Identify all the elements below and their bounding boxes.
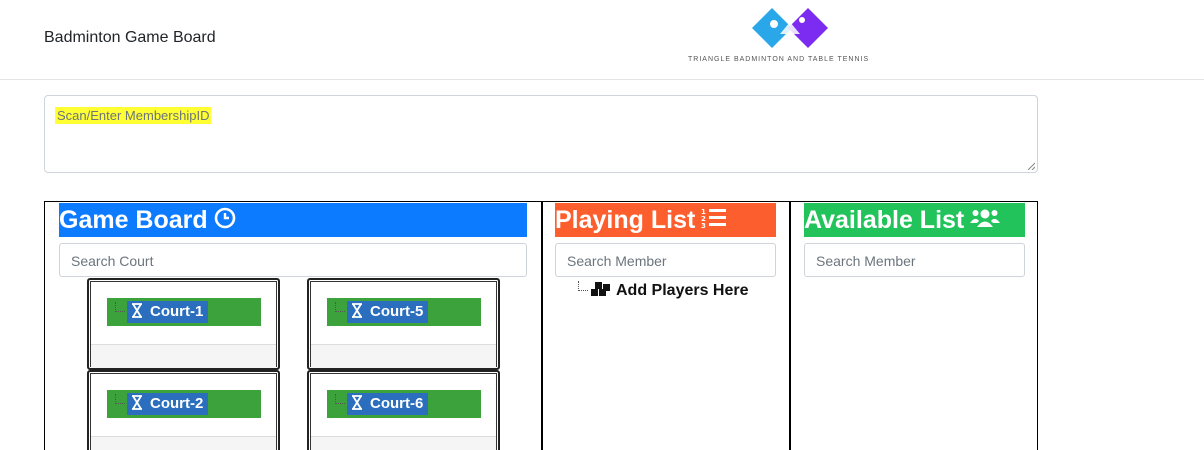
court-card[interactable]: Court-1 bbox=[87, 278, 280, 370]
cubes-icon bbox=[591, 282, 610, 296]
tree-connector bbox=[115, 302, 125, 312]
tree-connector bbox=[115, 394, 125, 404]
court-name: Court-5 bbox=[370, 303, 424, 320]
tree-connector bbox=[578, 281, 588, 291]
court-header[interactable]: Court-5 bbox=[327, 298, 481, 326]
logo-text: TRIANGLE BADMINTON AND TABLE TENNIS bbox=[688, 56, 870, 63]
tree-connector bbox=[335, 302, 345, 312]
search-court-placeholder: Search Court bbox=[71, 253, 154, 269]
court-footer bbox=[91, 436, 276, 450]
add-players-label: Add Players Here bbox=[616, 282, 749, 299]
brand-title[interactable]: Badminton Game Board bbox=[44, 29, 216, 47]
court-footer bbox=[91, 344, 276, 368]
court-card[interactable]: Court-2 bbox=[87, 370, 280, 450]
search-court-input[interactable]: Search Court bbox=[59, 243, 527, 277]
resize-grip-icon[interactable] bbox=[1027, 162, 1035, 170]
club-logo[interactable]: TRIANGLE BADMINTON AND TABLE TENNIS bbox=[688, 6, 898, 72]
court-card[interactable]: Court-6 bbox=[307, 370, 500, 450]
logo-mark-icon bbox=[752, 8, 828, 48]
court-name: Court-6 bbox=[370, 395, 424, 412]
court-header[interactable]: Court-2 bbox=[107, 390, 261, 418]
hourglass-icon bbox=[132, 395, 142, 410]
board-container: Game Board Search Court Court-1 Court-5 … bbox=[44, 201, 1038, 450]
available-list-title: Available List bbox=[804, 203, 1025, 237]
court-footer bbox=[311, 436, 496, 450]
tree-connector bbox=[335, 394, 345, 404]
court-footer bbox=[311, 344, 496, 368]
search-available-member-placeholder: Search Member bbox=[816, 253, 916, 269]
court-name: Court-2 bbox=[150, 395, 204, 412]
court-label[interactable]: Court-1 bbox=[127, 301, 209, 323]
hourglass-icon bbox=[132, 303, 142, 318]
court-label[interactable]: Court-5 bbox=[347, 301, 429, 323]
navbar: Badminton Game Board TRIANGLE BADMINTON … bbox=[0, 0, 1204, 80]
search-playing-member-placeholder: Search Member bbox=[567, 253, 667, 269]
court-label[interactable]: Court-2 bbox=[127, 393, 209, 415]
hourglass-icon bbox=[352, 395, 362, 410]
court-header[interactable]: Court-1 bbox=[107, 298, 261, 326]
available-list-title-text: Available List bbox=[804, 206, 965, 234]
search-playing-member-input[interactable]: Search Member bbox=[555, 243, 776, 277]
membership-id-placeholder: Scan/Enter MembershipID bbox=[55, 107, 212, 124]
search-available-member-input[interactable]: Search Member bbox=[804, 243, 1025, 277]
clock-icon bbox=[214, 204, 236, 238]
court-name: Court-1 bbox=[150, 303, 204, 320]
svg-text:3: 3 bbox=[701, 222, 706, 229]
playing-list-title-text: Playing List bbox=[555, 206, 696, 234]
court-header[interactable]: Court-6 bbox=[327, 390, 481, 418]
game-board-title-text: Game Board bbox=[59, 206, 208, 234]
hourglass-icon bbox=[352, 303, 362, 318]
column-divider bbox=[541, 202, 543, 450]
add-players-node[interactable]: Add Players Here bbox=[578, 281, 749, 300]
column-divider bbox=[789, 202, 791, 450]
playing-list-title: Playing List 123 bbox=[555, 203, 776, 237]
game-board-title: Game Board bbox=[59, 203, 527, 237]
ordered-list-icon: 123 bbox=[701, 204, 727, 238]
court-card[interactable]: Court-5 bbox=[307, 278, 500, 370]
users-icon bbox=[970, 204, 1001, 238]
court-label[interactable]: Court-6 bbox=[347, 393, 429, 415]
membership-id-input[interactable]: Scan/Enter MembershipID bbox=[44, 95, 1038, 173]
